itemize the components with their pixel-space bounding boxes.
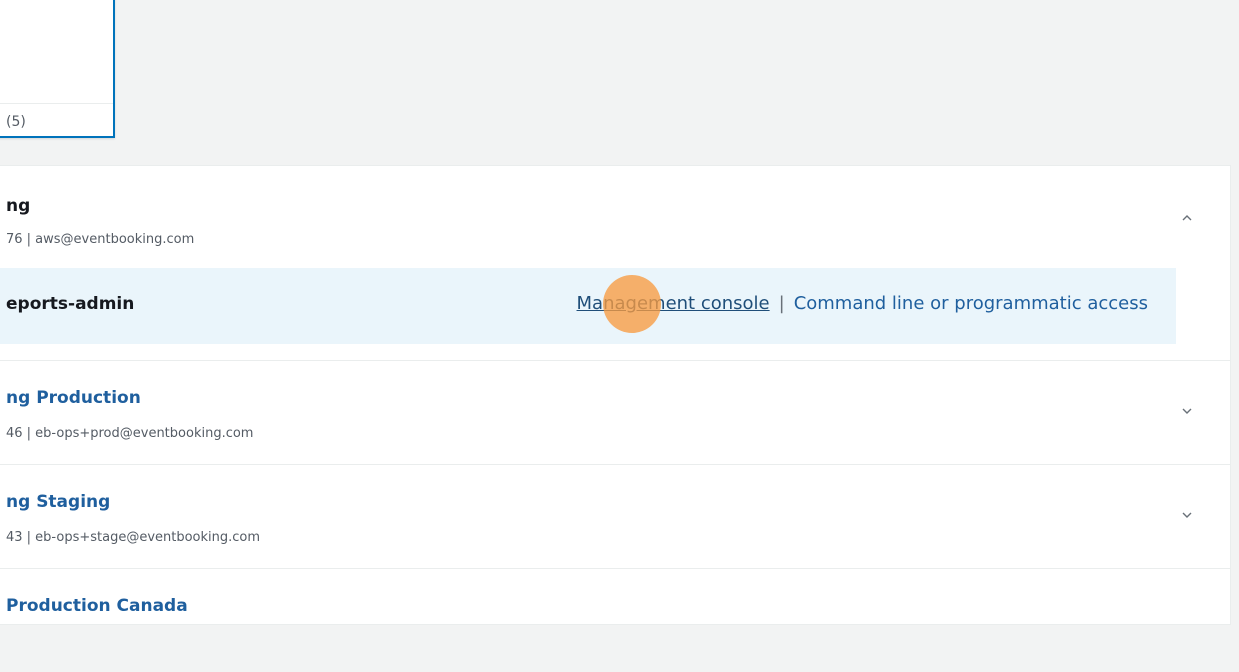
app-tile-count: (5) [6,114,26,130]
account-name[interactable]: ng Production [6,388,141,408]
account-id-email: 46 | eb-ops+prod@eventbooking.com [6,426,254,441]
account-item[interactable]: ng Staging 43 | eb-ops+stage@eventbookin… [0,464,1230,569]
account-item[interactable]: ng Production 46 | eb-ops+prod@eventbook… [0,360,1230,465]
role-name: eports-admin [6,294,135,314]
role-access-links: Management console | Command line or progr… [577,293,1148,314]
chevron-up-icon[interactable] [1181,212,1193,224]
chevron-down-icon[interactable] [1181,509,1193,521]
accounts-list: ng 76 | aws@eventbooking.com eports-admi… [0,165,1231,625]
account-name[interactable]: Production Canada [6,596,188,616]
role-row: eports-admin Management console | Command … [0,268,1176,344]
app-tile[interactable]: (5) [0,0,115,138]
account-name[interactable]: ng [6,196,30,216]
account-item: ng 76 | aws@eventbooking.com eports-admi… [0,166,1230,361]
management-console-link[interactable]: Management console [577,293,770,314]
link-separator: | [778,293,785,314]
account-item[interactable]: Production Canada [0,568,1230,672]
app-tile-divider [0,103,113,104]
account-id-email: 43 | eb-ops+stage@eventbooking.com [6,530,261,545]
account-id-email: 76 | aws@eventbooking.com [6,232,195,247]
chevron-down-icon[interactable] [1181,405,1193,417]
command-line-access-link[interactable]: Command line or programmatic access [794,293,1148,314]
account-name[interactable]: ng Staging [6,492,110,512]
